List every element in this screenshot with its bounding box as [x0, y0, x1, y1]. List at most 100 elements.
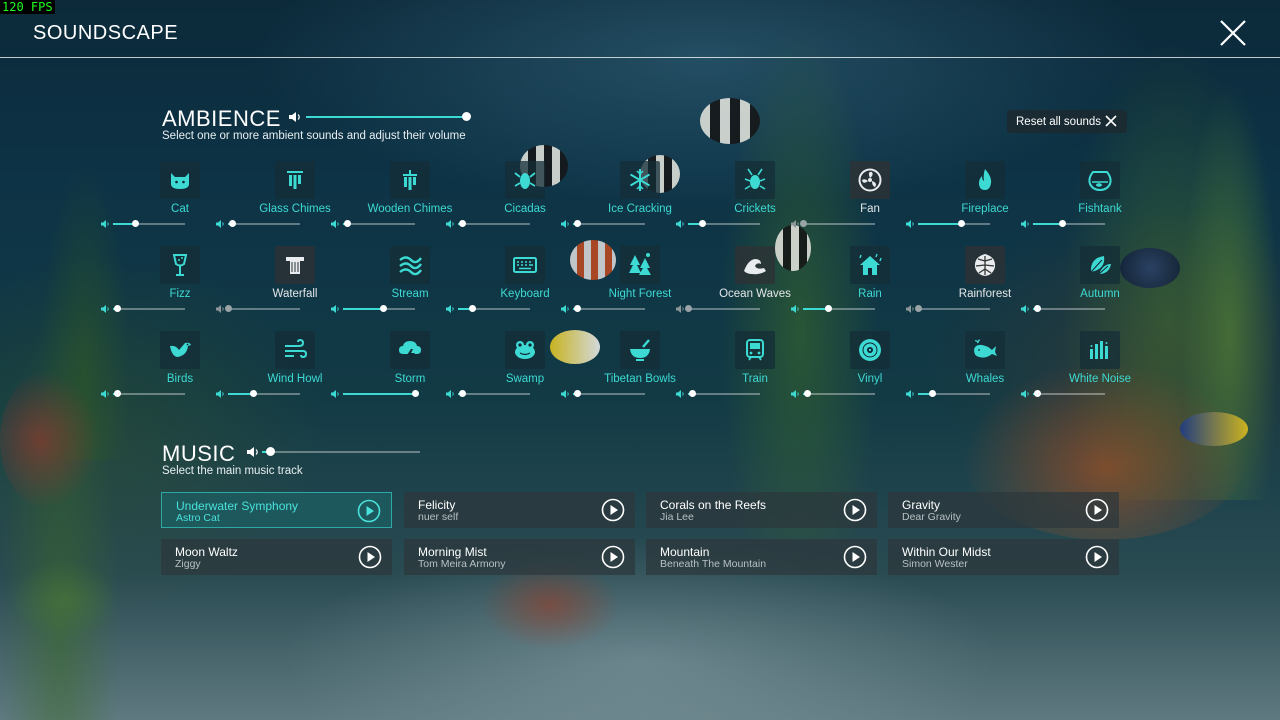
close-icon[interactable] [1218, 18, 1248, 48]
ambience-tile-train[interactable]: Train [676, 331, 810, 411]
ambience-volume-slider[interactable] [676, 219, 760, 229]
ambience-icon-button[interactable] [160, 331, 200, 369]
ambience-volume-slider[interactable] [101, 304, 185, 314]
ambience-icon-button[interactable] [620, 331, 660, 369]
ambience-tile-glass-chimes[interactable]: Glass Chimes [216, 161, 350, 241]
play-icon[interactable] [1085, 545, 1109, 569]
ambience-icon-button[interactable] [505, 331, 545, 369]
ambience-icon-button[interactable] [965, 246, 1005, 284]
ambience-icon-button[interactable] [735, 161, 775, 199]
ambience-icon-button[interactable] [735, 246, 775, 284]
music-track-card[interactable]: Underwater Symphony Astro Cat [161, 492, 392, 528]
ambience-volume-slider[interactable] [906, 389, 990, 399]
ambience-tile-cat[interactable]: Cat [101, 161, 235, 241]
music-track-card[interactable]: Within Our Midst Simon Wester [888, 539, 1119, 575]
ambience-icon-button[interactable] [160, 246, 200, 284]
ambience-volume-slider[interactable] [216, 219, 300, 229]
ambience-volume-slider[interactable] [1021, 389, 1105, 399]
ambience-volume-slider[interactable] [446, 304, 530, 314]
ambience-tile-waterfall[interactable]: Waterfall [216, 246, 350, 326]
ambience-volume-slider[interactable] [446, 389, 530, 399]
play-icon[interactable] [843, 498, 867, 522]
ambience-icon-button[interactable] [390, 161, 430, 199]
music-track-card[interactable]: Felicity nuer self [404, 492, 635, 528]
ambience-icon-button[interactable] [850, 161, 890, 199]
ambience-volume-slider[interactable] [216, 304, 300, 314]
ambience-tile-ice-cracking[interactable]: Ice Cracking [561, 161, 695, 241]
ambience-tile-birds[interactable]: Birds [101, 331, 235, 411]
ambience-icon-button[interactable] [965, 161, 1005, 199]
ambience-volume-slider[interactable] [216, 389, 300, 399]
ambience-volume-slider[interactable] [561, 304, 645, 314]
ambience-icon-button[interactable] [620, 246, 660, 284]
ambience-icon-button[interactable] [735, 331, 775, 369]
play-icon[interactable] [357, 499, 381, 523]
ambience-volume-slider[interactable] [906, 219, 990, 229]
music-track-card[interactable]: Morning Mist Tom Meira Armony [404, 539, 635, 575]
ambience-icon-button[interactable] [275, 331, 315, 369]
play-icon[interactable] [358, 545, 382, 569]
play-icon[interactable] [601, 545, 625, 569]
ambience-volume-slider[interactable] [561, 219, 645, 229]
ambience-master-volume-slider[interactable] [306, 112, 471, 122]
ambience-tile-keyboard[interactable]: Keyboard [446, 246, 580, 326]
ambience-volume-slider[interactable] [1021, 304, 1105, 314]
ambience-volume-slider[interactable] [906, 304, 990, 314]
ambience-tile-vinyl[interactable]: Vinyl [791, 331, 925, 411]
ambience-tile-rain[interactable]: Rain [791, 246, 925, 326]
music-track-card[interactable]: Gravity Dear Gravity [888, 492, 1119, 528]
ambience-tile-swamp[interactable]: Swamp [446, 331, 580, 411]
music-track-card[interactable]: Moon Waltz Ziggy [161, 539, 392, 575]
ambience-volume-slider[interactable] [101, 389, 185, 399]
play-icon[interactable] [601, 498, 625, 522]
ambience-tile-fizz[interactable]: Fizz [101, 246, 235, 326]
ambience-icon-button[interactable] [620, 161, 660, 199]
ambience-volume-slider[interactable] [791, 219, 875, 229]
ambience-volume-slider[interactable] [446, 219, 530, 229]
ambience-volume-slider[interactable] [331, 304, 415, 314]
music-track-card[interactable]: Mountain Beneath The Mountain [646, 539, 877, 575]
ambience-icon-button[interactable] [275, 246, 315, 284]
ambience-icon-button[interactable] [505, 161, 545, 199]
music-track-card[interactable]: Corals on the Reefs Jia Lee [646, 492, 877, 528]
ambience-volume-slider[interactable] [561, 389, 645, 399]
ambience-tile-rainforest[interactable]: Rainforest [906, 246, 1040, 326]
ambience-icon-button[interactable] [965, 331, 1005, 369]
ambience-tile-fan[interactable]: Fan [791, 161, 925, 241]
ambience-tile-white-noise[interactable]: White Noise [1021, 331, 1155, 411]
ambience-tile-fireplace[interactable]: Fireplace [906, 161, 1040, 241]
ambience-icon-button[interactable] [275, 161, 315, 199]
ambience-volume-slider[interactable] [791, 389, 875, 399]
ambience-tile-storm[interactable]: Storm [331, 331, 465, 411]
ambience-icon-button[interactable] [1080, 246, 1120, 284]
ambience-volume-slider[interactable] [101, 219, 185, 229]
play-icon[interactable] [1085, 498, 1109, 522]
reset-all-sounds-button[interactable]: Reset all sounds [1007, 110, 1127, 133]
music-volume-icon[interactable] [246, 446, 260, 458]
ambience-volume-slider[interactable] [1021, 219, 1105, 229]
ambience-icon-button[interactable] [505, 246, 545, 284]
ambience-volume-slider[interactable] [791, 304, 875, 314]
ambience-tile-autumn[interactable]: Autumn [1021, 246, 1155, 326]
ambience-icon-button[interactable] [850, 331, 890, 369]
play-icon[interactable] [843, 545, 867, 569]
ambience-icon-button[interactable] [1080, 331, 1120, 369]
ambience-tile-wooden-chimes[interactable]: Wooden Chimes [331, 161, 465, 241]
ambience-volume-icon[interactable] [288, 111, 302, 123]
ambience-volume-slider[interactable] [331, 219, 415, 229]
ambience-icon-button[interactable] [160, 161, 200, 199]
music-master-volume-slider[interactable] [262, 447, 420, 457]
ambience-icon-button[interactable] [390, 331, 430, 369]
ambience-icon-button[interactable] [390, 246, 430, 284]
ambience-tile-fishtank[interactable]: Fishtank [1021, 161, 1155, 241]
ambience-tile-crickets[interactable]: Crickets [676, 161, 810, 241]
ambience-tile-night-forest[interactable]: Night Forest [561, 246, 695, 326]
ambience-tile-stream[interactable]: Stream [331, 246, 465, 326]
ambience-tile-tibetan-bowls[interactable]: Tibetan Bowls [561, 331, 695, 411]
ambience-volume-slider[interactable] [676, 389, 760, 399]
ambience-icon-button[interactable] [850, 246, 890, 284]
ambience-tile-cicadas[interactable]: Cicadas [446, 161, 580, 241]
ambience-volume-slider[interactable] [331, 389, 419, 399]
ambience-icon-button[interactable] [1080, 161, 1120, 199]
ambience-tile-wind-howl[interactable]: Wind Howl [216, 331, 350, 411]
